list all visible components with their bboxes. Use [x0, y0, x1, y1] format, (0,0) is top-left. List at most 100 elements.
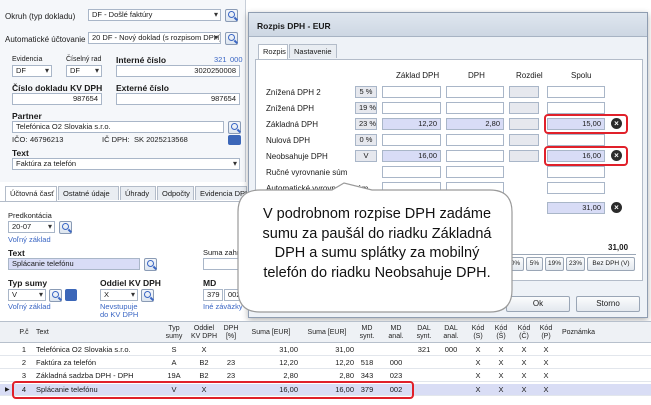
grid-col-md-anal: MD anal.	[388, 325, 404, 340]
tab-nastavenie[interactable]: Nastavenie	[289, 44, 337, 58]
row-zaklad-input[interactable]	[382, 102, 441, 114]
rate-5-button[interactable]: 5%	[526, 257, 543, 271]
col-dph: DPH	[468, 71, 485, 80]
okruh-lookup-button[interactable]	[225, 9, 238, 22]
grid-col-kod-p: Kód (P)	[539, 325, 553, 340]
cell-dal-a	[440, 357, 462, 369]
search-icon	[231, 123, 238, 130]
oddiel-lookup-button[interactable]	[141, 289, 154, 302]
cell-dal-a	[440, 384, 462, 396]
row-rate: 19 %	[355, 102, 377, 114]
acc-text-input[interactable]: Splácanie telefónu	[8, 258, 140, 270]
typ-sumy-select[interactable]: V	[8, 289, 46, 301]
partner-card-icon[interactable]	[228, 135, 241, 145]
row-spolu-input[interactable]	[547, 102, 605, 114]
row-label: Ručné vyrovnanie súm	[266, 168, 348, 177]
auto-uctovanie-lookup-button[interactable]	[225, 32, 238, 45]
tab-ostatne-udaje[interactable]: Ostatné údaje	[58, 186, 119, 200]
text-input[interactable]: Faktúra za telefón	[12, 158, 240, 170]
row-spolu-input[interactable]	[547, 182, 605, 194]
rate-bez-dph-button[interactable]: Bez DPH (V)	[587, 257, 635, 271]
volny-zaklad2-link[interactable]: Voľný základ	[8, 302, 51, 311]
table-row[interactable]: 1 Telefónica O2 Slovakia s.r.o. S X 31,0…	[0, 344, 651, 356]
externe-cislo-input[interactable]: 987654	[116, 93, 240, 105]
row-spolu-input[interactable]	[547, 166, 605, 178]
table-row[interactable]: 2 Faktúra za telefón A B2 23 12,20 12,20…	[0, 357, 651, 369]
predkontacia-lookup-button[interactable]	[59, 221, 72, 234]
ciselny-rad-select[interactable]: DF	[66, 65, 102, 77]
row-zaklad-input[interactable]	[382, 166, 441, 178]
grid-col-md-synt: MD synt.	[359, 325, 375, 340]
tab-odpocty[interactable]: Odpočty	[157, 186, 194, 200]
okruh-select[interactable]: DF - Došlé faktúry	[88, 9, 221, 21]
typ-sumy-info-icon[interactable]	[65, 289, 77, 301]
typ-sumy-lookup-button[interactable]	[49, 289, 62, 302]
interne-cislo-account-link[interactable]: 321	[214, 55, 227, 64]
tab-uhrady[interactable]: Úhrady	[120, 186, 156, 200]
text-label: Text	[12, 148, 29, 158]
row-dph-input[interactable]	[446, 134, 504, 146]
row-dph-input[interactable]	[446, 166, 504, 178]
partner-label: Partner	[12, 111, 42, 121]
row-dph-input[interactable]	[446, 150, 504, 162]
interne-cislo-input[interactable]: 3020250008	[116, 65, 240, 77]
grid-col-kod-s: Kód (S)	[471, 325, 485, 340]
cell-k3: X	[521, 345, 527, 354]
volny-zaklad-link[interactable]: Voľný základ	[8, 235, 51, 244]
ico-value: 46796213	[30, 135, 64, 144]
cell-dal-a: 000	[444, 345, 458, 354]
grid-col-typ-sumy: Typ sumy	[165, 325, 183, 340]
partner-lookup-button[interactable]	[228, 121, 241, 134]
search-icon	[144, 291, 151, 298]
row-dph-input[interactable]	[446, 86, 504, 98]
row-rate: 5 %	[355, 86, 377, 98]
cell-typ: S	[171, 345, 177, 354]
interne-cislo-account-link2[interactable]: 000	[230, 55, 243, 64]
row-spolu-input[interactable]	[547, 134, 605, 146]
row-rate: 0 %	[355, 134, 377, 146]
row-zaklad-input[interactable]	[382, 86, 441, 98]
cell-md-s: 518	[360, 358, 374, 367]
okruh-label: Okruh (typ dokladu)	[5, 12, 76, 21]
left-tabs: Účtovná časť Ostatné údaje Úhrady Odpočt…	[5, 186, 250, 201]
cell-k2: X	[498, 358, 504, 367]
evidencia-label: Evidencia	[12, 56, 43, 63]
oddiel-select[interactable]: X	[100, 289, 138, 301]
row-zaklad-input[interactable]	[382, 134, 441, 146]
evidencia-select[interactable]: DF	[12, 65, 52, 77]
cell-text: Faktúra za telefón	[36, 358, 97, 367]
cell-suma2: 12,20	[335, 358, 354, 367]
cislo-dokladu-input[interactable]: 987654	[12, 93, 102, 105]
do-kv-dph-link[interactable]: do KV DPH	[100, 310, 138, 319]
row-spolu-input[interactable]	[547, 86, 605, 98]
cell-oddiel: X	[201, 345, 207, 354]
ic-dph-label: IČ DPH:	[102, 135, 130, 144]
row-dph-input[interactable]: 2,80	[446, 118, 504, 130]
row-zaklad-input[interactable]: 12,20	[382, 118, 441, 130]
auto-uctovanie-label: Automatické účtovanie	[5, 35, 86, 44]
row-zaklad-input[interactable]: 16,00	[382, 150, 441, 162]
tab-uctovna-cast[interactable]: Účtovná časť	[5, 186, 57, 201]
rate-23-button[interactable]: 23%	[566, 257, 585, 271]
grid-col-oddiel: Oddiel KV DPH	[190, 325, 218, 340]
cislo-dokladu-label: Číslo dokladu KV DPH	[12, 83, 103, 93]
row-dph-input[interactable]	[446, 102, 504, 114]
rate-19-button[interactable]: 19%	[545, 257, 564, 271]
row-label: Nulová DPH	[266, 136, 311, 145]
grid-col-poznamka: Poznámka	[562, 329, 596, 336]
col-rozdiel: Rozdiel	[516, 71, 543, 80]
md-synt-input[interactable]: 379	[203, 289, 223, 301]
cell-k4: X	[543, 371, 549, 380]
typ-sumy-label: Typ sumy	[8, 278, 48, 288]
predkontacia-select[interactable]: 20-07	[8, 221, 55, 233]
search-icon	[228, 11, 235, 18]
cell-suma2: 31,00	[335, 345, 354, 354]
tab-rozpis[interactable]: Rozpis	[258, 44, 288, 59]
partner-input[interactable]: Telefónica O2 Slovakia s.r.o.	[12, 121, 224, 133]
grid-col-suma2: Suma [EUR]	[307, 329, 347, 336]
clear-total-icon[interactable]: ×	[611, 202, 622, 213]
auto-uctovanie-select[interactable]: 20 DF - Nový doklad (s rozpisom DPH)	[88, 32, 221, 44]
storno-button[interactable]: Storno	[576, 296, 640, 312]
acc-text-lookup-button[interactable]	[144, 258, 157, 271]
cell-md-a: 000	[389, 358, 403, 367]
